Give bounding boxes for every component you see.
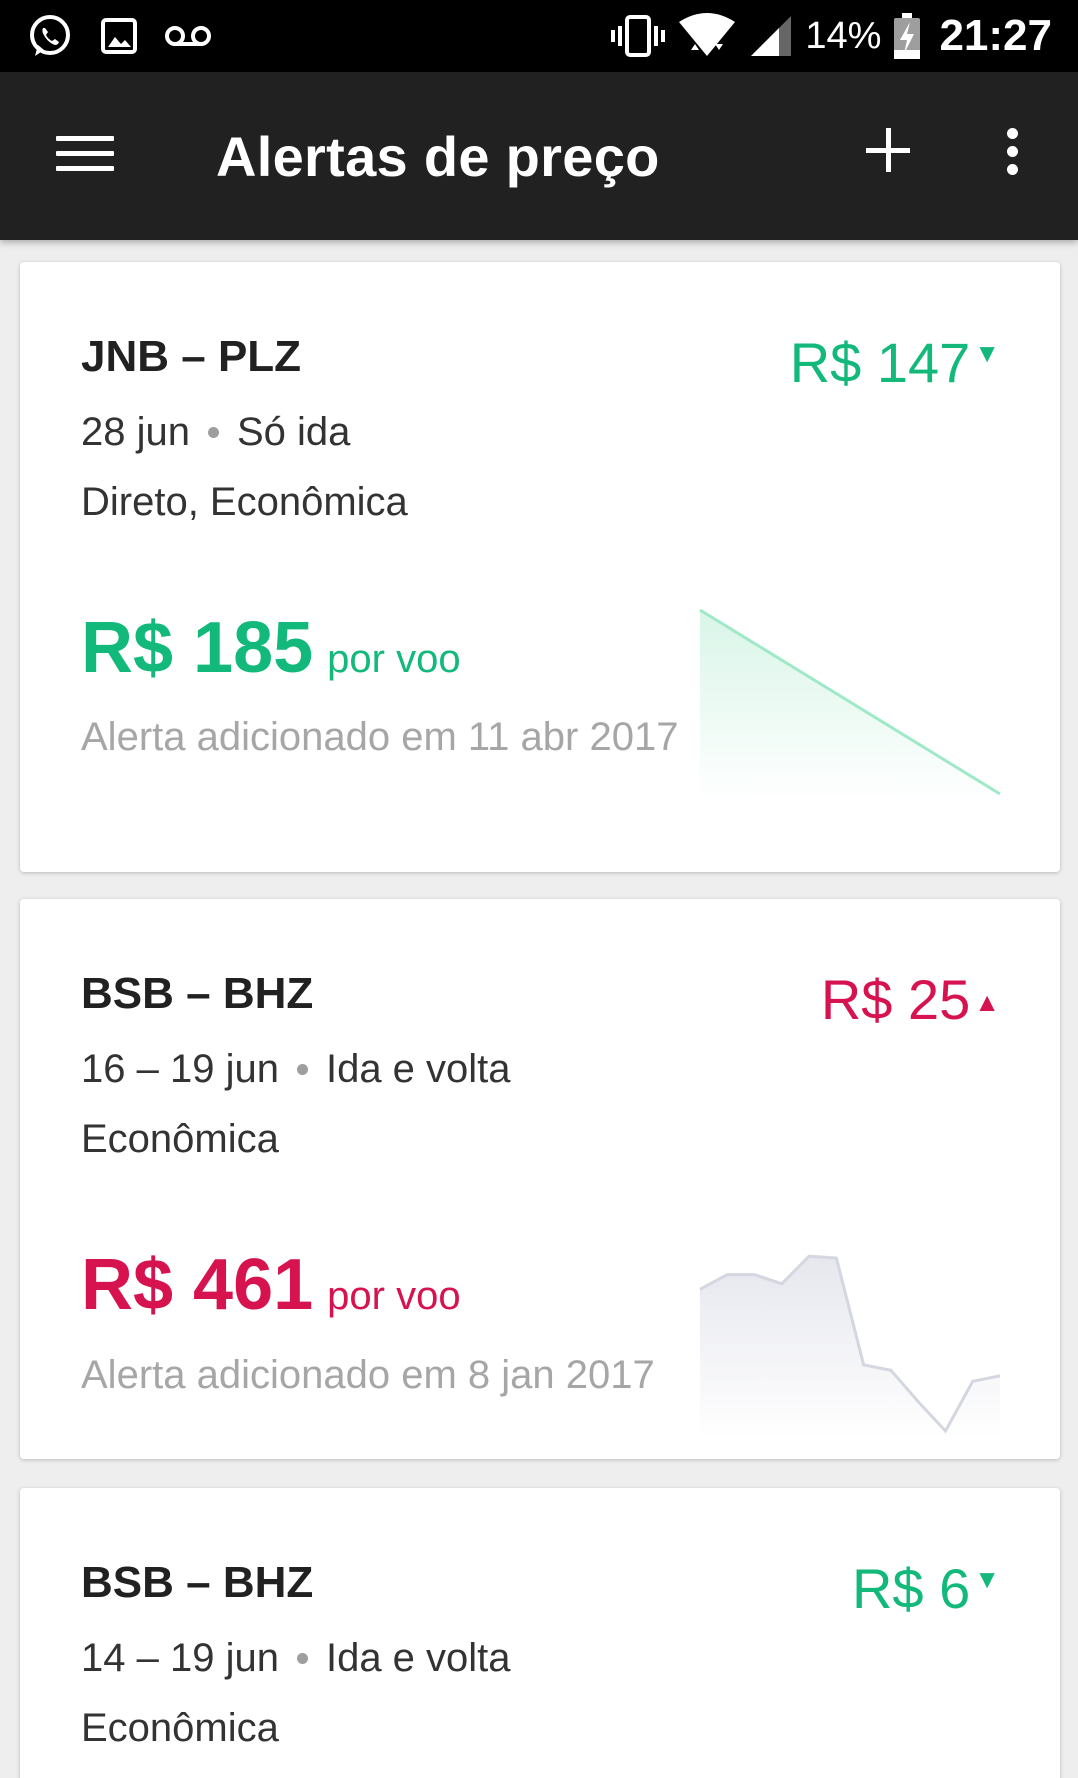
separator-dot	[207, 427, 219, 438]
battery-charging-icon	[893, 12, 921, 60]
price-change: R$ 147 ▼	[790, 330, 1000, 395]
price-change-value: R$ 6	[851, 1557, 971, 1620]
trip-details: Direto, Econômica	[81, 480, 408, 524]
price-alerts-screen: 14% 21:27 Alertas de preço JNB – PLZ R$ …	[0, 0, 1078, 1778]
trip-dates: 28 jun Só ida	[81, 410, 350, 455]
menu-icon[interactable]	[56, 128, 114, 178]
alert-added-date: Alerta adicionado em 11 abr 2017	[81, 715, 679, 759]
price-trend-chart	[699, 608, 1001, 802]
price-change-value: R$ 25	[820, 968, 971, 1031]
route: JNB – PLZ	[81, 332, 302, 381]
whatsapp-icon	[26, 12, 74, 60]
price-amount: R$ 185	[81, 608, 314, 688]
trip-details: Econômica	[81, 1706, 279, 1750]
alert-card[interactable]: JNB – PLZ R$ 147 ▼ 28 jun Só ida Direto,…	[20, 262, 1060, 872]
triangle-down-icon: ▼	[974, 1564, 1000, 1594]
triangle-down-icon: ▼	[974, 338, 1000, 368]
separator-dot	[296, 1653, 308, 1664]
system-icons: 14% 21:27	[611, 11, 1052, 61]
dates: 16 – 19 jun	[81, 1047, 279, 1091]
route: BSB – BHZ	[81, 1558, 314, 1607]
trip-type: Só ida	[236, 410, 351, 454]
price-trend-chart	[699, 1254, 1001, 1439]
current-price: R$ 461 por voo	[81, 1244, 461, 1326]
image-icon	[100, 17, 138, 55]
triangle-up-icon: ▲	[974, 987, 1000, 1017]
vibrate-icon	[611, 14, 666, 58]
current-price: R$ 185 por voo	[81, 607, 461, 689]
price-unit: por voo	[327, 637, 461, 681]
add-icon[interactable]	[862, 124, 914, 176]
battery-level: 14%	[805, 14, 882, 57]
trip-dates: 16 – 19 jun Ida e volta	[81, 1047, 511, 1092]
price-change-value: R$ 147	[789, 331, 971, 394]
page-title: Alertas de preço	[216, 125, 660, 188]
trip-type: Ida e volta	[325, 1047, 511, 1091]
trip-details: Econômica	[81, 1117, 279, 1161]
status-bar: 14% 21:27	[0, 0, 1078, 72]
price-change: R$ 25 ▲	[821, 967, 1000, 1032]
signal-icon	[749, 14, 793, 58]
alert-card[interactable]: BSB – BHZ R$ 6 ▼ 14 – 19 jun Ida e volta…	[20, 1488, 1060, 1778]
alert-added-date: Alerta adicionado em 8 jan 2017	[81, 1353, 655, 1397]
alert-card[interactable]: BSB – BHZ R$ 25 ▲ 16 – 19 jun Ida e volt…	[20, 899, 1060, 1459]
more-vert-icon[interactable]	[998, 122, 1028, 182]
route: BSB – BHZ	[81, 969, 314, 1018]
notification-icons	[26, 12, 212, 60]
price-unit: por voo	[327, 1274, 461, 1318]
trip-dates: 14 – 19 jun Ida e volta	[81, 1636, 511, 1681]
dates: 14 – 19 jun	[81, 1636, 279, 1680]
price-amount: R$ 461	[81, 1245, 314, 1325]
separator-dot	[296, 1064, 308, 1075]
app-bar: Alertas de preço	[0, 72, 1078, 240]
dates: 28 jun	[81, 410, 190, 454]
voicemail-icon	[164, 23, 212, 49]
wifi-icon	[677, 12, 737, 60]
price-change: R$ 6 ▼	[852, 1556, 1000, 1621]
trip-type: Ida e volta	[325, 1636, 511, 1680]
clock: 21:27	[939, 11, 1052, 60]
